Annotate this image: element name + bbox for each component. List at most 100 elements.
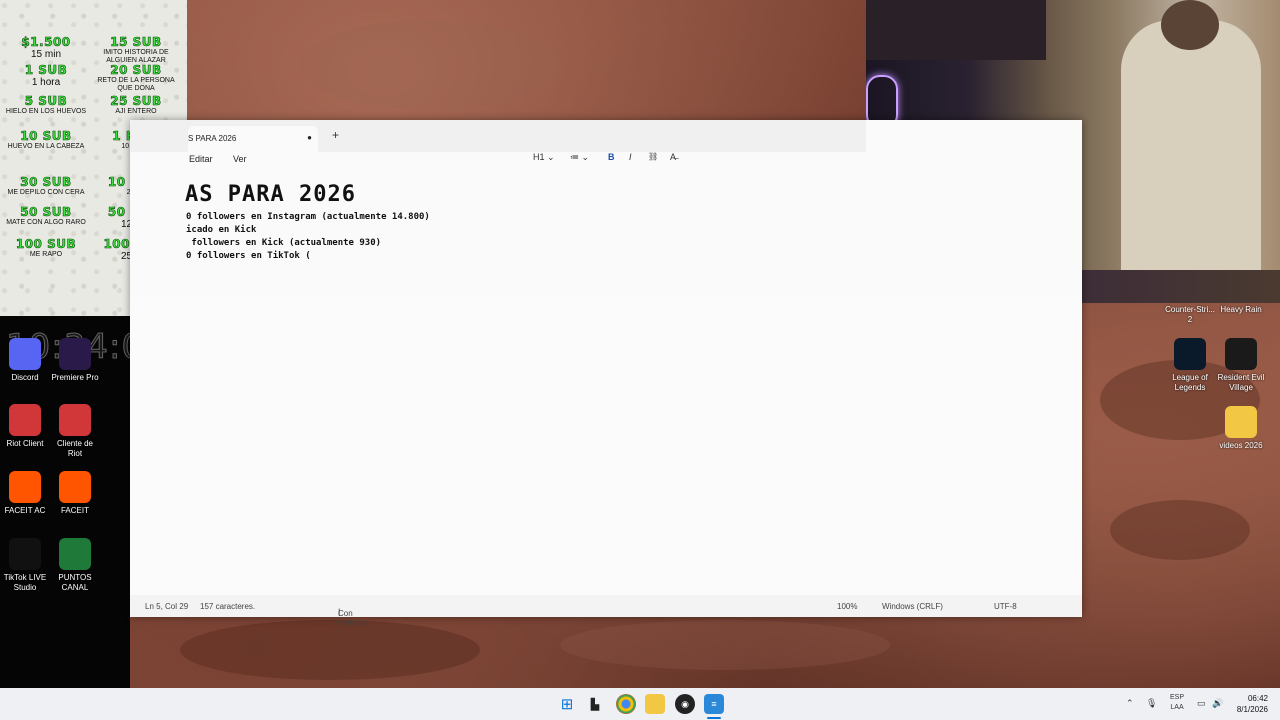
desktop-shortcut[interactable]: TikTok LIVE Studio	[0, 538, 50, 593]
desktop-shortcut[interactable]: Resident Evil Village	[1216, 338, 1266, 393]
shortcut-label: videos 2026	[1219, 441, 1263, 450]
editor-empty-area[interactable]	[130, 303, 1082, 595]
lang-bottom: LAA	[1170, 704, 1184, 711]
desktop-shortcut[interactable]: FACEIT AC	[0, 471, 50, 516]
chevron-down-icon: ⌄	[581, 152, 590, 162]
desktop-shortcut[interactable]: PUNTOS CANAL	[50, 538, 100, 593]
discord-icon	[9, 338, 41, 370]
clock-tray[interactable]: 06:42 8/1/2026	[1237, 693, 1268, 715]
list-dropdown[interactable]: ≔ ⌄	[570, 152, 589, 163]
goal-item: 10 SUB HUEVO EN LA CABEZA	[2, 129, 90, 151]
text-line: 0 followers en TikTok (	[186, 251, 311, 261]
shortcut-label: FACEIT AC	[4, 506, 46, 515]
shortcut-label: Premiere Pro	[51, 373, 99, 382]
notepad-icon[interactable]: ≡	[704, 694, 724, 714]
notepad-window: S PARA 2026 ● + Editar Ver H1 ⌄ ≔ ⌄ B I …	[130, 120, 1082, 627]
shortcut-label: PUNTOS CANAL	[58, 573, 92, 592]
bold-button[interactable]: B	[608, 152, 615, 162]
document-heading: AS PARA 2026	[185, 182, 356, 207]
goal-item: 50 SUB MATE CON ALGO RARO	[2, 205, 90, 227]
explorer-icon[interactable]	[645, 694, 665, 714]
goal-reward: RETO DE LA PERSONA QUE DONA	[97, 77, 175, 92]
status-bar: Ln 5, Col 29 157 caracteres. ꟾ Con forma…	[130, 595, 1082, 627]
text-line: followers en Kick (actualmente 930)	[186, 238, 382, 248]
faceit-icon	[59, 471, 91, 503]
chrome-icon[interactable]	[616, 694, 636, 714]
tab-title: S PARA 2026	[188, 134, 237, 143]
goal-title: 1 SUB	[24, 63, 68, 77]
desktop-shortcut[interactable]: Premiere Pro	[50, 338, 100, 383]
goal-title: $1.500	[21, 35, 71, 49]
desktop-shortcut[interactable]: Discord	[0, 338, 50, 383]
goal-item: 5 SUB HIELO EN LOS HUEVOS	[2, 94, 90, 116]
shortcut-label: Discord	[11, 373, 39, 382]
zoom-level[interactable]: 100%	[837, 602, 857, 611]
desktop-shortcut[interactable]: Cliente de Riot	[50, 404, 100, 459]
spreadsheet-icon	[59, 538, 91, 570]
text-line: 0 followers en Instagram (actualmente 14…	[186, 212, 430, 222]
goal-title: 15 SUB	[110, 35, 162, 49]
microphone-icon[interactable]: 🎙	[1146, 698, 1157, 709]
editor-area[interactable]: AS PARA 2026 0 followers en Instagram (a…	[130, 180, 866, 300]
heading-label: H1	[533, 152, 545, 162]
format-label: Con formato	[338, 609, 366, 627]
line-ending[interactable]: Windows (CRLF)	[882, 602, 943, 611]
person	[1121, 20, 1261, 280]
goal-reward: ME DEPILO CON CERA	[7, 189, 85, 196]
menu-editar[interactable]: Editar	[189, 154, 213, 164]
goal-title: 10 SUB	[20, 129, 72, 143]
goal-title: 30 SUB	[20, 175, 72, 189]
goal-title: 20 SUB	[110, 63, 162, 77]
shortcut-label: League of Legends	[1172, 373, 1208, 392]
goal-item: 20 SUB RETO DE LA PERSONA QUE DONA	[92, 63, 180, 93]
re-village-icon	[1225, 338, 1257, 370]
volume-icon[interactable]: 🔊	[1212, 698, 1223, 709]
goal-reward: HUEVO EN LA CABEZA	[7, 143, 85, 150]
new-tab-button[interactable]: +	[332, 128, 339, 142]
list-icon: ≔	[570, 152, 579, 162]
heading-dropdown[interactable]: H1 ⌄	[533, 152, 555, 163]
goal-title: 5 SUB	[24, 94, 68, 108]
unsaved-dot-icon[interactable]: ●	[307, 133, 312, 142]
goal-item: 1 SUB 1 hora	[2, 63, 90, 88]
windows-start-icon[interactable]: ⊞	[557, 694, 577, 714]
riot-icon	[59, 404, 91, 436]
shelf	[866, 0, 1046, 60]
obs-icon[interactable]: ◉	[675, 694, 695, 714]
tab-document[interactable]: S PARA 2026 ●	[188, 126, 318, 152]
goal-item: 30 SUB ME DEPILO CON CERA	[2, 175, 90, 197]
menu-ver[interactable]: Ver	[233, 154, 247, 164]
text-line: icado en Kick	[186, 225, 257, 235]
goal-item: $1.500 15 min	[2, 35, 90, 60]
goal-item: 15 SUB IMITO HISTORIA DE ALGUIEN ALAZAR	[92, 35, 180, 65]
goal-reward: MATE CON ALGO RARO	[6, 219, 86, 226]
goal-reward: 1 hora	[31, 77, 61, 88]
network-icon[interactable]: ▭	[1197, 698, 1206, 709]
goal-title: 25 SUB	[110, 94, 162, 108]
goal-item: 100 SUB ME RAPO	[2, 237, 90, 259]
link-icon[interactable]: ⛓	[648, 152, 658, 161]
shortcut-label: Cliente de Riot	[56, 439, 94, 458]
premiere-icon	[59, 338, 91, 370]
file-icon[interactable]: ▙	[585, 694, 605, 714]
shortcut-label: Riot Client	[6, 439, 44, 448]
shortcut-label: Counter-Stri... 2	[1165, 305, 1215, 324]
shortcut-label: TikTok LIVE Studio	[3, 573, 47, 592]
shortcut-label: Heavy Rain	[1220, 305, 1262, 314]
desktop-shortcut[interactable]: Riot Client	[0, 404, 50, 449]
cursor-position: Ln 5, Col 29	[145, 602, 189, 611]
desktop-shortcut[interactable]: videos 2026	[1216, 406, 1266, 451]
language-indicator[interactable]: ESP LAA	[1170, 693, 1184, 713]
encoding[interactable]: UTF-8	[994, 602, 1017, 611]
desktop-shortcut[interactable]: FACEIT	[50, 471, 100, 516]
italic-button[interactable]: I	[629, 152, 632, 162]
shortcut-label: FACEIT	[60, 506, 89, 515]
desktop-shortcut[interactable]: Counter-Stri... 2	[1165, 305, 1215, 325]
desktop-shortcut[interactable]: Heavy Rain	[1216, 305, 1266, 315]
chevron-up-icon[interactable]: ⌃	[1126, 698, 1134, 709]
desktop-shortcut[interactable]: League of Legends	[1165, 338, 1215, 393]
goal-reward: ME RAPO	[29, 251, 63, 258]
clear-format-icon[interactable]: A̶	[670, 152, 676, 162]
folder-icon	[1225, 406, 1257, 438]
tab-bar: S PARA 2026 ● +	[130, 120, 866, 152]
